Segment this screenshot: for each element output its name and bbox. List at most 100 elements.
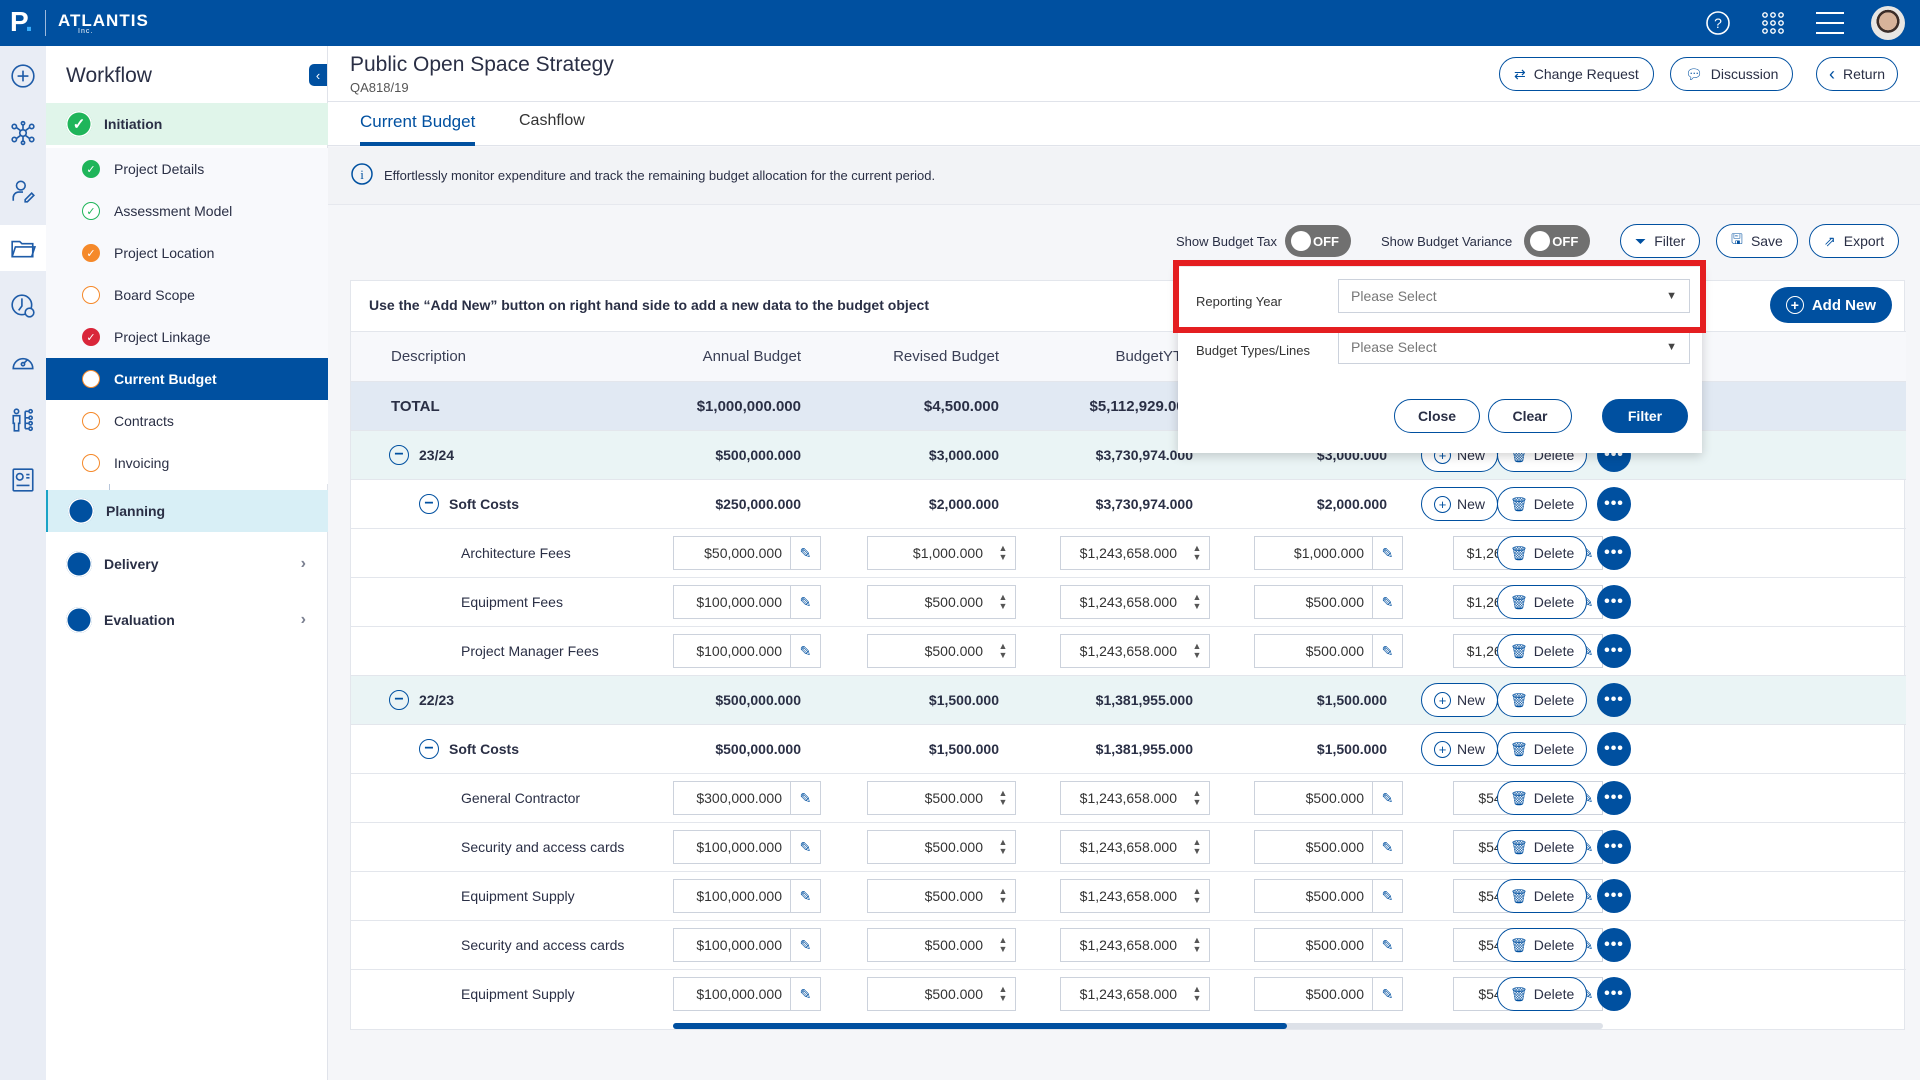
apps-grid-icon[interactable] (1758, 8, 1788, 38)
delete-button[interactable]: 🗑︎ Delete (1497, 879, 1588, 913)
pencil-icon[interactable]: ✎ (1372, 537, 1402, 569)
stepper-icon[interactable]: ▲ ▼ (1185, 936, 1209, 954)
gauge-icon[interactable] (0, 339, 46, 385)
user-avatar[interactable] (1871, 6, 1905, 40)
pencil-icon[interactable]: ✎ (1372, 929, 1402, 961)
budget-types-select[interactable]: Please Select ▼ (1338, 330, 1690, 364)
amount-input[interactable]: $100,000.000 ✎ (673, 928, 821, 962)
pencil-icon[interactable]: ✎ (790, 782, 820, 814)
delete-button[interactable]: 🗑︎ Delete (1497, 634, 1588, 668)
sidebar-item-assessment-model[interactable]: ✓ Assessment Model (46, 190, 328, 232)
network-icon[interactable] (0, 110, 46, 156)
amount-input[interactable]: $1,243,658.000 ▲ ▼ (1060, 830, 1210, 864)
more-options-button[interactable]: ••• (1597, 683, 1631, 717)
stepper-icon[interactable]: ▲ ▼ (991, 789, 1015, 807)
more-options-button[interactable]: ••• (1597, 977, 1631, 1011)
pencil-icon[interactable]: ✎ (1372, 782, 1402, 814)
amount-input[interactable]: $50,000.000 ✎ (673, 536, 821, 570)
more-options-button[interactable]: ••• (1597, 879, 1631, 913)
amount-input[interactable]: $1,243,658.000 ▲ ▼ (1060, 634, 1210, 668)
stepper-icon[interactable]: ▲ ▼ (1185, 544, 1209, 562)
delete-button[interactable]: 🗑︎ Delete (1497, 536, 1588, 570)
amount-input[interactable]: $100,000.000 ✎ (673, 977, 821, 1011)
add-new-button[interactable]: + Add New (1769, 287, 1892, 323)
amount-input[interactable]: $500.000 ✎ (1254, 977, 1403, 1011)
amount-input[interactable]: $500.000 ▲ ▼ (867, 781, 1016, 815)
stepper-icon[interactable]: ▲ ▼ (991, 544, 1015, 562)
amount-input[interactable]: $500.000 ✎ (1254, 830, 1403, 864)
collapse-icon[interactable]: − (419, 739, 439, 759)
amount-input[interactable]: $500.000 ▲ ▼ (867, 879, 1016, 913)
clear-button[interactable]: Clear (1488, 399, 1572, 433)
report-icon[interactable] (0, 457, 46, 503)
sidebar-item-invoicing[interactable]: Invoicing (46, 442, 328, 484)
pencil-icon[interactable]: ✎ (1372, 635, 1402, 667)
delete-button[interactable]: 🗑︎ Delete (1497, 830, 1588, 864)
stepper-icon[interactable]: ▲ ▼ (1185, 789, 1209, 807)
save-button[interactable]: 🖫 Save (1716, 224, 1798, 258)
stepper-icon[interactable]: ▲ ▼ (991, 838, 1015, 856)
pencil-icon[interactable]: ✎ (790, 929, 820, 961)
pencil-icon[interactable]: ✎ (1372, 880, 1402, 912)
amount-input[interactable]: $500.000 ▲ ▼ (867, 830, 1016, 864)
pencil-icon[interactable]: ✎ (790, 831, 820, 863)
amount-input[interactable]: $1,243,658.000 ▲ ▼ (1060, 536, 1210, 570)
sidebar-item-contracts[interactable]: Contracts (46, 400, 328, 442)
sidebar-phase-planning[interactable]: Planning (46, 490, 328, 532)
amount-input[interactable]: $500.000 ✎ (1254, 585, 1403, 619)
delete-button[interactable]: 🗑︎ Delete (1497, 781, 1588, 815)
collapse-icon[interactable]: − (389, 690, 409, 710)
stepper-icon[interactable]: ▲ ▼ (991, 887, 1015, 905)
change-request-button[interactable]: ⇄ Change Request (1499, 57, 1654, 91)
delete-button[interactable]: 🗑︎ Delete (1497, 928, 1588, 962)
amount-input[interactable]: $1,243,658.000 ▲ ▼ (1060, 977, 1210, 1011)
amount-input[interactable]: $300,000.000 ✎ (673, 781, 821, 815)
amount-input[interactable]: $100,000.000 ✎ (673, 830, 821, 864)
more-options-button[interactable]: ••• (1597, 536, 1631, 570)
more-options-button[interactable]: ••• (1597, 830, 1631, 864)
sidebar-item-board-scope[interactable]: Board Scope (46, 274, 328, 316)
sidebar-phase-delivery[interactable]: Delivery › (46, 543, 328, 585)
stepper-icon[interactable]: ▲ ▼ (991, 593, 1015, 611)
amount-input[interactable]: $100,000.000 ✎ (673, 634, 821, 668)
budget-tax-toggle[interactable]: OFF (1284, 225, 1351, 257)
pencil-icon[interactable]: ✎ (790, 586, 820, 618)
pencil-icon[interactable]: ✎ (790, 537, 820, 569)
sidebar-item-project-location[interactable]: ✓ Project Location (46, 232, 328, 274)
pencil-icon[interactable]: ✎ (1372, 978, 1402, 1010)
pencil-icon[interactable]: ✎ (1372, 831, 1402, 863)
pencil-icon[interactable]: ✎ (790, 635, 820, 667)
pencil-icon[interactable]: ✎ (790, 978, 820, 1010)
discussion-button[interactable]: 💬︎ Discussion (1670, 57, 1794, 91)
sidebar-phase-initiation[interactable]: ✓ Initiation (46, 103, 328, 145)
new-button[interactable]: + New (1421, 732, 1499, 766)
stepper-icon[interactable]: ▲ ▼ (991, 642, 1015, 660)
budget-variance-toggle[interactable]: OFF (1524, 225, 1591, 257)
more-options-button[interactable]: ••• (1597, 781, 1631, 815)
close-button[interactable]: Close (1394, 399, 1480, 433)
apply-filter-button[interactable]: Filter (1602, 399, 1688, 433)
folder-icon[interactable] (0, 225, 46, 271)
stepper-icon[interactable]: ▲ ▼ (991, 936, 1015, 954)
amount-input[interactable]: $1,243,658.000 ▲ ▼ (1060, 781, 1210, 815)
delete-button[interactable]: 🗑︎ Delete (1497, 683, 1588, 717)
stepper-icon[interactable]: ▲ ▼ (1185, 887, 1209, 905)
pencil-icon[interactable]: ✎ (790, 880, 820, 912)
add-icon[interactable] (0, 53, 46, 99)
menu-icon[interactable] (1813, 8, 1847, 38)
amount-input[interactable]: $500.000 ▲ ▼ (867, 585, 1016, 619)
delete-button[interactable]: 🗑︎ Delete (1497, 977, 1588, 1011)
tab-current-budget[interactable]: Current Budget (360, 112, 476, 146)
stepper-icon[interactable]: ▲ ▼ (1185, 985, 1209, 1003)
collapse-icon[interactable]: − (419, 494, 439, 514)
scrollbar-thumb[interactable] (673, 1023, 1287, 1029)
amount-input[interactable]: $1,243,658.000 ▲ ▼ (1060, 928, 1210, 962)
amount-input[interactable]: $500.000 ▲ ▼ (867, 634, 1016, 668)
horizontal-scrollbar[interactable] (673, 1023, 1603, 1029)
more-options-button[interactable]: ••• (1597, 928, 1631, 962)
amount-input[interactable]: $500.000 ▲ ▼ (867, 928, 1016, 962)
amount-input[interactable]: $500.000 ✎ (1254, 928, 1403, 962)
export-button[interactable]: ⇗ Export (1809, 224, 1900, 258)
amount-input[interactable]: $100,000.000 ✎ (673, 585, 821, 619)
amount-input[interactable]: $1,243,658.000 ▲ ▼ (1060, 879, 1210, 913)
